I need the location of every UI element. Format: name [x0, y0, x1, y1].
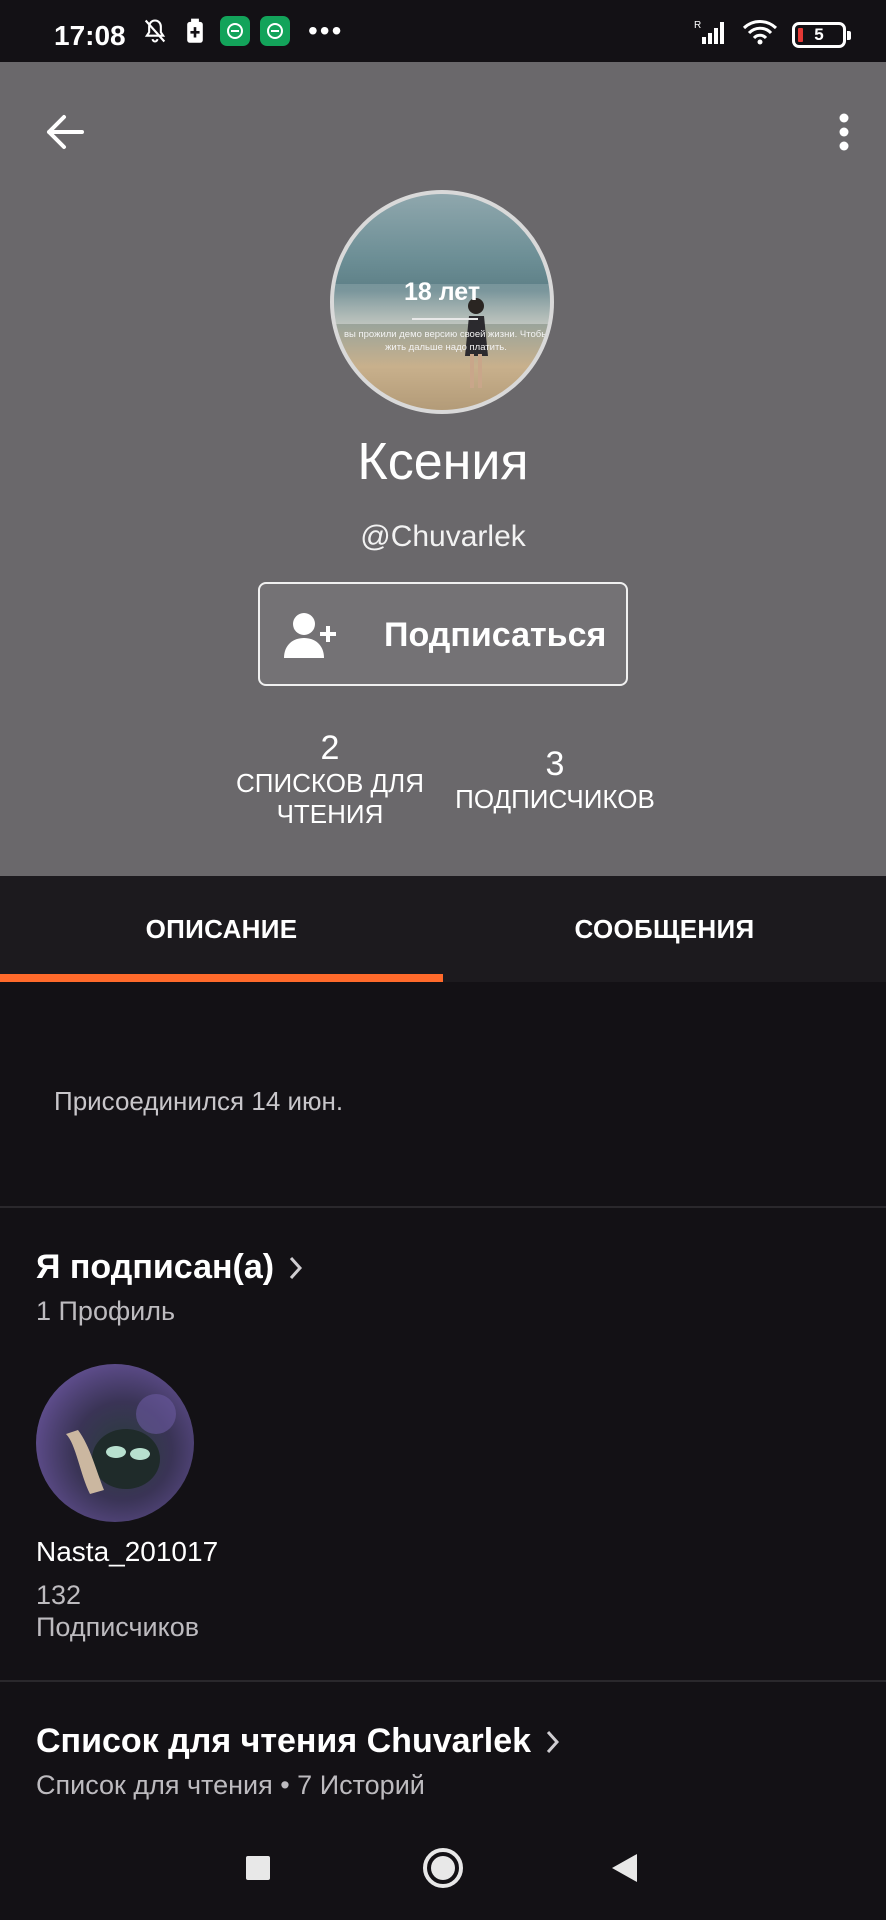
- avatar-title: 18 лет: [403, 278, 481, 306]
- reading-list-title: Список для чтения Chuvarlek: [36, 1722, 532, 1760]
- active-tab-indicator: [0, 974, 443, 982]
- profile-tabs: ОПИСАНИЕ СООБЩЕНИЯ: [0, 876, 886, 982]
- back-button[interactable]: [36, 104, 92, 160]
- overflow-menu-button[interactable]: [820, 104, 868, 160]
- follow-button-label: Подписаться: [384, 616, 607, 654]
- circle-icon: [423, 1848, 463, 1888]
- following-section-header[interactable]: Я подписан(а): [36, 1248, 304, 1287]
- following-profile-name[interactable]: Nasta_201017: [36, 1536, 218, 1568]
- profile-screen: 17:08 ••• R 5 18 лет вы прожили демо вер…: [0, 0, 886, 1920]
- tab-description[interactable]: ОПИСАНИЕ: [0, 876, 443, 982]
- status-notification-icons: •••: [140, 16, 343, 46]
- square-icon: [246, 1856, 270, 1880]
- reading-lists-count: 2: [320, 729, 340, 767]
- reading-list-header[interactable]: Список для чтения Chuvarlek: [36, 1722, 561, 1761]
- battery-saver-icon: [180, 16, 210, 46]
- recents-button[interactable]: [230, 1840, 286, 1896]
- avatar-artwork: [66, 1394, 176, 1494]
- tab-messages[interactable]: СООБЩЕНИЯ: [443, 876, 886, 982]
- signal-icon: R: [694, 19, 728, 50]
- profile-name: Ксения: [357, 433, 529, 491]
- triangle-back-icon: [612, 1854, 637, 1882]
- add-user-icon: [284, 613, 336, 658]
- following-profile-avatar[interactable]: [36, 1364, 194, 1522]
- following-subtitle: 1 Профиль: [36, 1296, 176, 1326]
- battery-level: 5: [814, 24, 824, 44]
- app-icon: [220, 16, 250, 46]
- wifi-icon: [742, 18, 778, 51]
- status-bar: 17:08 ••• R 5: [0, 0, 886, 62]
- app-icon: [260, 16, 290, 46]
- arrow-left-icon: [47, 115, 84, 149]
- avatar-divider: [412, 318, 478, 320]
- following-profile-followers-count: 132: [36, 1580, 82, 1610]
- profile-avatar[interactable]: 18 лет вы прожили демо версию своей жизн…: [330, 190, 554, 414]
- chevron-right-icon: [546, 1730, 560, 1753]
- following-title: Я подписан(а): [36, 1248, 275, 1286]
- chevron-right-icon: [289, 1256, 303, 1279]
- back-nav-button[interactable]: [596, 1840, 652, 1896]
- bell-off-icon: [140, 16, 170, 46]
- joined-date: Присоединился 14 июн.: [54, 1086, 344, 1116]
- more-vertical-icon: [839, 113, 849, 151]
- status-time: 17:08: [54, 20, 126, 51]
- reading-lists-stat[interactable]: 2 СПИСКОВ ДЛЯ ЧТЕНИЯ: [220, 728, 440, 830]
- followers-stat[interactable]: 3 ПОДПИСЧИКОВ: [440, 744, 670, 815]
- section-divider: [0, 1680, 886, 1682]
- profile-header: 18 лет вы прожили демо версию своей жизн…: [0, 62, 886, 876]
- more-dots-icon: •••: [308, 15, 344, 46]
- status-system-icons: R 5: [694, 18, 851, 51]
- follow-button[interactable]: Подписаться: [258, 582, 628, 686]
- section-divider: [0, 1206, 886, 1208]
- svg-text:R: R: [694, 20, 701, 31]
- reading-list-subtitle: Список для чтения • 7 Историй: [36, 1770, 425, 1800]
- home-button[interactable]: [415, 1840, 471, 1896]
- followers-count: 3: [545, 745, 565, 783]
- followers-label: ПОДПИСЧИКОВ: [455, 784, 655, 814]
- following-profile-followers-label: Подписчиков: [36, 1612, 200, 1642]
- battery-icon: 5: [792, 21, 851, 48]
- profile-handle: @Chuvarlek: [360, 520, 526, 553]
- avatar-caption: вы прожили демо версию своей жизни. Чтоб…: [343, 329, 549, 353]
- system-nav-bar: [0, 1816, 886, 1920]
- reading-lists-label: СПИСКОВ ДЛЯ ЧТЕНИЯ: [235, 768, 425, 829]
